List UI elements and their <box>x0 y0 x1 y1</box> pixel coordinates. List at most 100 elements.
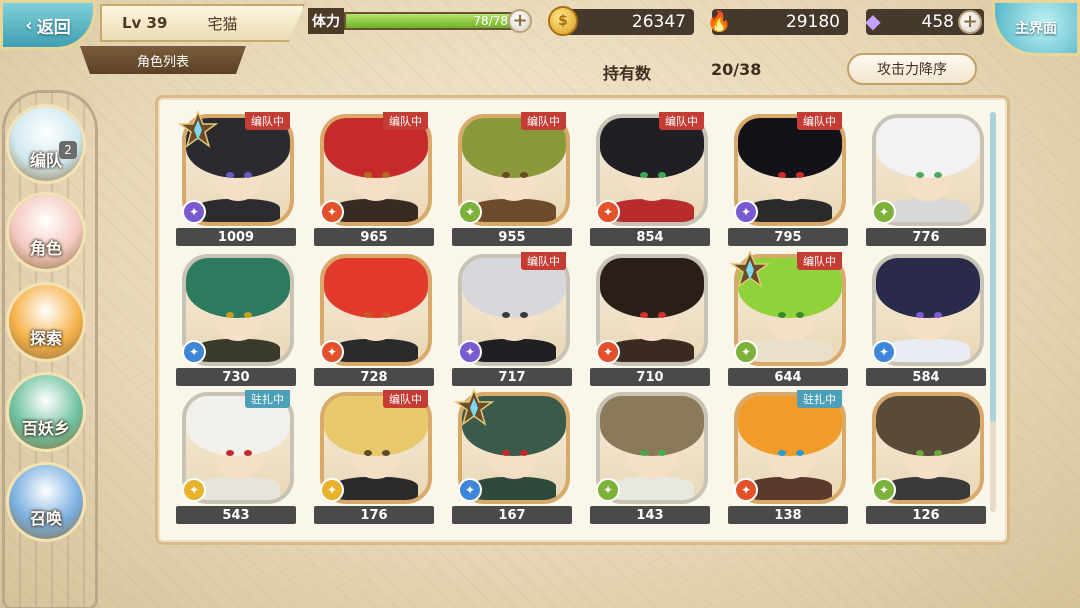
attack-power-value: 717 <box>452 368 572 386</box>
wind-element-icon: ✦ <box>734 340 758 364</box>
purple-element-icon: ✦ <box>734 200 758 224</box>
grid-scrollbar[interactable] <box>990 112 996 512</box>
in-team-badge: 编队中 <box>797 252 842 270</box>
character-card[interactable]: ✦ 143 <box>590 390 712 524</box>
attack-power-value: 776 <box>866 228 986 246</box>
stamina-label: 体力 <box>308 8 344 34</box>
sidebar-item-label: 百妖乡 <box>21 419 70 438</box>
stamina-bar: 78/78 <box>344 12 516 30</box>
character-card[interactable]: ✦ 126 <box>866 390 988 524</box>
wind-element-icon: ✦ <box>458 200 482 224</box>
attack-power-value: 543 <box>176 506 296 524</box>
fire-element-icon: ✦ <box>320 340 344 364</box>
attack-power-value: 710 <box>590 368 710 386</box>
sidebar-item-summon[interactable]: 召唤 <box>6 462 86 542</box>
sidebar-item-team[interactable]: 编队 2 <box>6 104 86 184</box>
sidebar-item-label: 召唤 <box>29 509 62 528</box>
stamina-value: 78/78 <box>473 14 508 28</box>
in-team-badge: 编队中 <box>383 390 428 408</box>
rarity-star-icon <box>178 110 218 148</box>
flame-value: 29180 <box>785 12 840 32</box>
sidebar-item-label: 编队 <box>29 151 62 170</box>
purple-element-icon: ✦ <box>182 200 206 224</box>
in-team-badge: 编队中 <box>383 112 428 130</box>
attack-power-value: 644 <box>728 368 848 386</box>
sidebar-item-explore[interactable]: 探索 <box>6 282 86 362</box>
wind-element-icon: ✦ <box>872 478 896 502</box>
in-team-badge: 编队中 <box>521 252 566 270</box>
in-team-badge: 编队中 <box>659 112 704 130</box>
stationed-badge: 驻扎中 <box>797 390 842 408</box>
attack-power-value: 138 <box>728 506 848 524</box>
gem-value: 458 <box>921 12 954 32</box>
wind-element-icon: ✦ <box>596 478 620 502</box>
chevron-left-icon: ‹ <box>25 14 33 36</box>
character-list-label: 角色列表 <box>136 54 189 70</box>
water-element-icon: ✦ <box>872 340 896 364</box>
owned-count-value: 20/38 <box>711 60 762 79</box>
attack-power-value: 955 <box>452 228 572 246</box>
character-card[interactable]: 编队中 ✦ 955 <box>452 112 574 246</box>
flame-counter: 🔥 29180 <box>707 9 848 35</box>
character-card[interactable]: ✦ 167 <box>452 388 574 524</box>
attack-power-value: 143 <box>590 506 710 524</box>
character-card[interactable]: 编队中 ✦ 717 <box>452 252 574 386</box>
attack-power-value: 965 <box>314 228 434 246</box>
character-card[interactable]: ✦ 730 <box>176 252 298 386</box>
main-menu-label: 主界面 <box>1015 21 1057 37</box>
coin-value: 26347 <box>631 12 686 32</box>
sort-button[interactable]: 攻击力降序 <box>847 53 977 85</box>
fire-element-icon: ✦ <box>734 478 758 502</box>
rarity-star-icon <box>730 250 770 288</box>
stamina-meter: 体力 78/78 + <box>308 8 536 34</box>
in-team-badge: 编队中 <box>521 112 566 130</box>
add-stamina-button[interactable]: + <box>508 9 532 33</box>
blue-flame-icon: 🔥 <box>706 9 732 33</box>
attack-power-value: 854 <box>590 228 710 246</box>
sidebar-item-label: 探索 <box>29 329 62 348</box>
character-card[interactable]: 编队中 ✦ 965 <box>314 112 436 246</box>
sidebar-item-character[interactable]: 角色 <box>6 192 86 272</box>
character-card[interactable]: ✦ 710 <box>590 252 712 386</box>
sort-label: 攻击力降序 <box>877 62 947 78</box>
scroll-thumb[interactable] <box>990 112 996 422</box>
attack-power-value: 1009 <box>176 228 296 246</box>
owned-count-label: 持有数 <box>603 64 652 83</box>
in-team-badge: 编队中 <box>797 112 842 130</box>
character-card[interactable]: 编队中 ✦ 854 <box>590 112 712 246</box>
player-name: 宅猫 <box>207 14 238 33</box>
light-element-icon: ✦ <box>182 478 206 502</box>
character-card[interactable]: 编队中 ✦ 644 <box>728 250 850 386</box>
attack-power-value: 584 <box>866 368 986 386</box>
attack-power-value: 167 <box>452 506 572 524</box>
light-element-icon: ✦ <box>320 478 344 502</box>
sidebar-item-village[interactable]: 百妖乡 <box>6 372 86 452</box>
stationed-badge: 驻扎中 <box>245 390 290 408</box>
character-list-tab: 角色列表 <box>80 46 246 74</box>
wind-element-icon: ✦ <box>872 200 896 224</box>
coin-counter: $ 26347 <box>548 6 694 36</box>
fire-element-icon: ✦ <box>320 200 344 224</box>
attack-power-value: 126 <box>866 506 986 524</box>
character-card[interactable]: ✦ 584 <box>866 252 988 386</box>
character-card[interactable]: 编队中 ✦ 176 <box>314 390 436 524</box>
in-team-badge: 编队中 <box>245 112 290 130</box>
character-card[interactable]: 编队中 ✦ 795 <box>728 112 850 246</box>
add-gem-button[interactable]: + <box>958 10 982 34</box>
character-card[interactable]: 驻扎中 ✦ 543 <box>176 390 298 524</box>
character-card[interactable]: 编队中 ✦ 1009 <box>176 110 298 246</box>
attack-power-value: 730 <box>176 368 296 386</box>
character-card[interactable]: ✦ 728 <box>314 252 436 386</box>
crystal-icon: ◆ <box>865 9 881 33</box>
player-level: Lv 39 <box>122 14 168 32</box>
attack-power-value: 728 <box>314 368 434 386</box>
character-card[interactable]: ✦ 776 <box>866 112 988 246</box>
rarity-star-icon <box>454 388 494 426</box>
fire-element-icon: ✦ <box>596 200 620 224</box>
back-label: 返回 <box>36 17 71 38</box>
character-card[interactable]: 驻扎中 ✦ 138 <box>728 390 850 524</box>
attack-power-value: 795 <box>728 228 848 246</box>
team-count-badge: 2 <box>59 141 77 159</box>
water-element-icon: ✦ <box>182 340 206 364</box>
player-info: Lv 39 宅猫 <box>100 4 305 42</box>
